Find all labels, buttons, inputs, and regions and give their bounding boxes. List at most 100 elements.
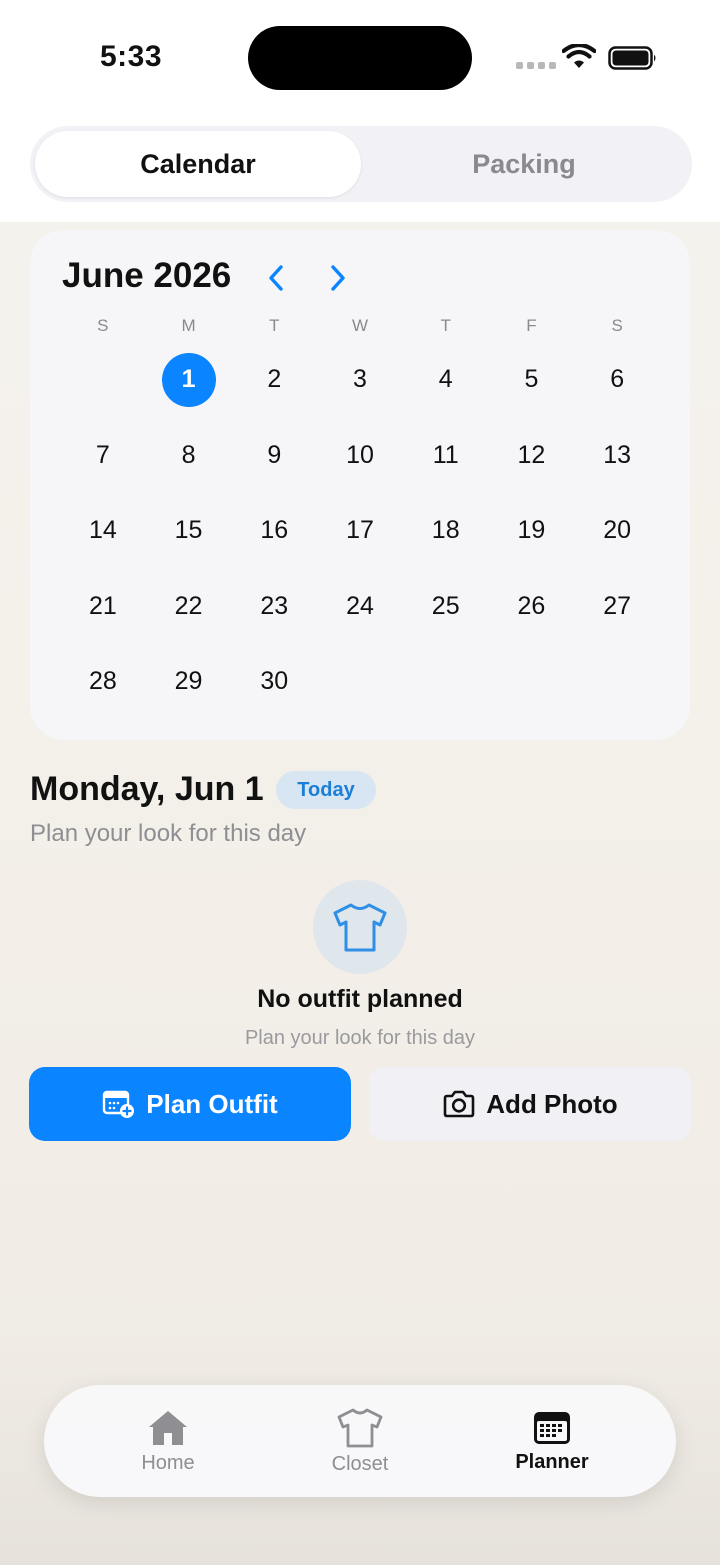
calendar-day-21[interactable]: 21	[60, 569, 146, 645]
calendar-day-20[interactable]: 20	[574, 493, 660, 569]
calendar-day-number: 13	[603, 440, 632, 469]
tab-closet[interactable]: Closet	[280, 1385, 440, 1497]
chevron-right-icon	[331, 265, 345, 291]
calendar-day-number: 3	[353, 365, 367, 394]
calendar-day-28[interactable]: 28	[60, 644, 146, 720]
previous-month-button[interactable]	[258, 258, 294, 298]
calendar-day-29[interactable]: 29	[146, 644, 232, 720]
calendar-day-18[interactable]: 18	[403, 493, 489, 569]
calendar-day-number: 10	[346, 440, 374, 469]
cellular-signal-icon	[516, 62, 556, 69]
house-icon	[149, 1410, 187, 1445]
calendar-day-10[interactable]: 10	[317, 418, 403, 494]
calendar-day-13[interactable]: 13	[574, 418, 660, 494]
calendar-plus-icon	[103, 1090, 135, 1118]
calendar-day-15[interactable]: 15	[146, 493, 232, 569]
weekday-label: S	[611, 316, 623, 335]
calendar-day-1[interactable]: 1	[146, 342, 232, 418]
segment-packing[interactable]: Packing	[361, 131, 687, 197]
calendar-day-number: 20	[603, 516, 632, 545]
calendar-day-number: 12	[517, 440, 546, 469]
calendar-day-24[interactable]: 24	[317, 569, 403, 645]
calendar-day-16[interactable]: 16	[231, 493, 317, 569]
calendar-day-number: 19	[517, 516, 546, 545]
empty-state-icon-circle	[313, 880, 407, 974]
calendar-card: June 2026 S M T W T F S 1 2 3 4 5 6 7 8 9 10 11 12 1…	[30, 230, 690, 740]
calendar-empty-cell	[489, 644, 575, 720]
calendar-day-2[interactable]: 2	[231, 342, 317, 418]
calendar-day-number: 14	[88, 516, 117, 545]
calendar-empty-cell	[403, 644, 489, 720]
tab-home-label: Home	[141, 1451, 195, 1474]
calendar-day-number: 24	[346, 591, 374, 620]
calendar-day-number: 1	[161, 352, 216, 407]
calendar-day-number: 25	[431, 591, 460, 620]
calendar-day-number: 28	[88, 667, 117, 696]
status-bar: 5:33	[0, 0, 720, 110]
calendar-days-grid: 1 2 3 4 5 6 7 8 9 10 11 12 13 14 15 16 17 18 19 20 21 22 23 24 2…	[60, 342, 660, 720]
calendar-day-11[interactable]: 11	[403, 418, 489, 494]
battery-icon	[608, 46, 656, 70]
calendar-day-number: 26	[517, 591, 546, 620]
calendar-day-17[interactable]: 17	[317, 493, 403, 569]
calendar-day-9[interactable]: 9	[231, 418, 317, 494]
calendar-day-5[interactable]: 5	[489, 342, 575, 418]
plan-outfit-label: Plan Outfit	[146, 1088, 278, 1119]
segment-calendar[interactable]: Calendar	[35, 131, 361, 197]
calendar-day-number: 27	[603, 591, 632, 620]
today-badge: Today	[276, 771, 376, 809]
calendar-day-23[interactable]: 23	[231, 569, 317, 645]
status-time: 5:33	[100, 40, 163, 73]
chevron-left-icon	[269, 265, 283, 291]
calendar-day-number: 16	[260, 516, 289, 545]
calendar-day-26[interactable]: 26	[489, 569, 575, 645]
calendar-empty-cell	[317, 644, 403, 720]
tab-home[interactable]: Home	[88, 1385, 248, 1497]
calendar-day-number: 7	[95, 440, 110, 469]
calendar-day-12[interactable]: 12	[489, 418, 575, 494]
calendar-day-3[interactable]: 3	[317, 342, 403, 418]
weekday-header: S M T W T F S	[60, 316, 660, 336]
calendar-day-19[interactable]: 19	[489, 493, 575, 569]
calendar-day-4[interactable]: 4	[403, 342, 489, 418]
calendar-day-number: 9	[267, 440, 282, 469]
calendar-day-14[interactable]: 14	[60, 493, 146, 569]
calendar-day-8[interactable]: 8	[146, 418, 232, 494]
calendar-day-number: 8	[181, 440, 196, 469]
plan-outfit-button[interactable]: Plan Outfit	[29, 1067, 351, 1141]
calendar-day-7[interactable]: 7	[60, 418, 146, 494]
weekday-label: T	[269, 316, 280, 335]
weekday-label: S	[97, 316, 109, 335]
calendar-empty-cell	[574, 644, 660, 720]
calendar-day-22[interactable]: 22	[146, 569, 232, 645]
tab-planner[interactable]: Planner	[472, 1385, 632, 1497]
wifi-icon	[562, 44, 596, 68]
empty-state-subtitle: Plan your look for this day	[244, 1027, 476, 1049]
weekday-label: T	[440, 316, 451, 335]
calendar-day-number: 18	[431, 516, 460, 545]
calendar-day-number: 17	[346, 516, 374, 545]
calendar-day-number: 29	[174, 667, 203, 696]
calendar-day-number: 11	[432, 440, 459, 469]
next-month-button[interactable]	[320, 258, 356, 298]
calendar-day-number: 21	[88, 591, 117, 620]
calendar-day-25[interactable]: 25	[403, 569, 489, 645]
weekday-label: F	[526, 316, 537, 335]
calendar-day-6[interactable]: 6	[574, 342, 660, 418]
weekday-label: W	[351, 316, 369, 335]
calendar-day-number: 15	[174, 516, 203, 545]
calendar-day-number: 30	[260, 667, 289, 696]
calendar-day-number: 2	[267, 365, 282, 394]
add-photo-label: Add Photo	[486, 1088, 618, 1119]
add-photo-button[interactable]: Add Photo	[369, 1067, 691, 1141]
calendar-day-30[interactable]: 30	[231, 644, 317, 720]
tab-bar: Home Closet Planner	[44, 1385, 676, 1497]
selected-day-title: Monday, Jun 1	[30, 770, 264, 808]
calendar-day-27[interactable]: 27	[574, 569, 660, 645]
tshirt-icon	[333, 903, 387, 952]
tab-closet-label: Closet	[331, 1452, 389, 1475]
calendar-icon	[534, 1411, 570, 1444]
calendar-empty-cell	[60, 342, 146, 418]
tshirt-icon	[337, 1408, 383, 1447]
calendar-day-number: 23	[260, 591, 289, 620]
